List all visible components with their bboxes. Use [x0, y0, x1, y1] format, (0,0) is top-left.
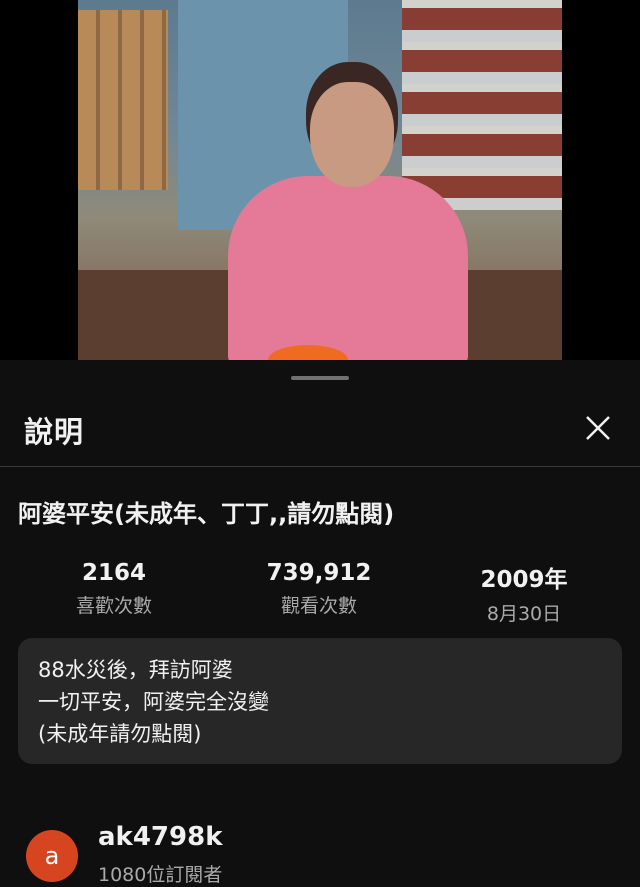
- description-line: (未成年請勿點閱): [38, 722, 202, 746]
- likes-count: 2164: [81, 560, 146, 586]
- description-line: 88水災後，拜訪阿婆: [38, 658, 233, 682]
- likes-stat: 2164 喜歡次數: [14, 560, 214, 618]
- description-box[interactable]: 88水災後，拜訪阿婆 一切平安，阿婆完全沒變 (未成年請勿點閱): [18, 638, 622, 764]
- publish-year: 2009年: [480, 567, 568, 593]
- sheet-title: 說明: [24, 415, 85, 449]
- likes-label: 喜歡次數: [75, 595, 152, 617]
- channel-avatar[interactable]: a: [26, 830, 78, 882]
- video-frame[interactable]: [78, 0, 562, 360]
- date-stat: 2009年 8月30日: [424, 560, 624, 626]
- video-player[interactable]: [0, 0, 640, 360]
- sheet-drag-handle[interactable]: [291, 376, 349, 380]
- publish-date: 8月30日: [486, 603, 562, 625]
- header-divider: [0, 466, 640, 467]
- close-icon[interactable]: [579, 409, 617, 447]
- subscriber-count: 1080位訂閱者: [98, 864, 223, 886]
- description-line: 一切平安，阿婆完全沒變: [38, 690, 269, 714]
- views-count: 739,912: [266, 560, 372, 586]
- views-label: 觀看次數: [280, 595, 357, 617]
- scene-shelf: [402, 0, 562, 210]
- scene-person-body: [228, 176, 468, 360]
- channel-name[interactable]: ak4798k: [98, 822, 223, 852]
- scene-person-head: [310, 82, 394, 187]
- views-stat: 739,912 觀看次數: [219, 560, 419, 618]
- video-title: 阿婆平安(未成年、丁丁,,請勿點閱): [18, 500, 395, 528]
- scene-boxes: [78, 10, 168, 190]
